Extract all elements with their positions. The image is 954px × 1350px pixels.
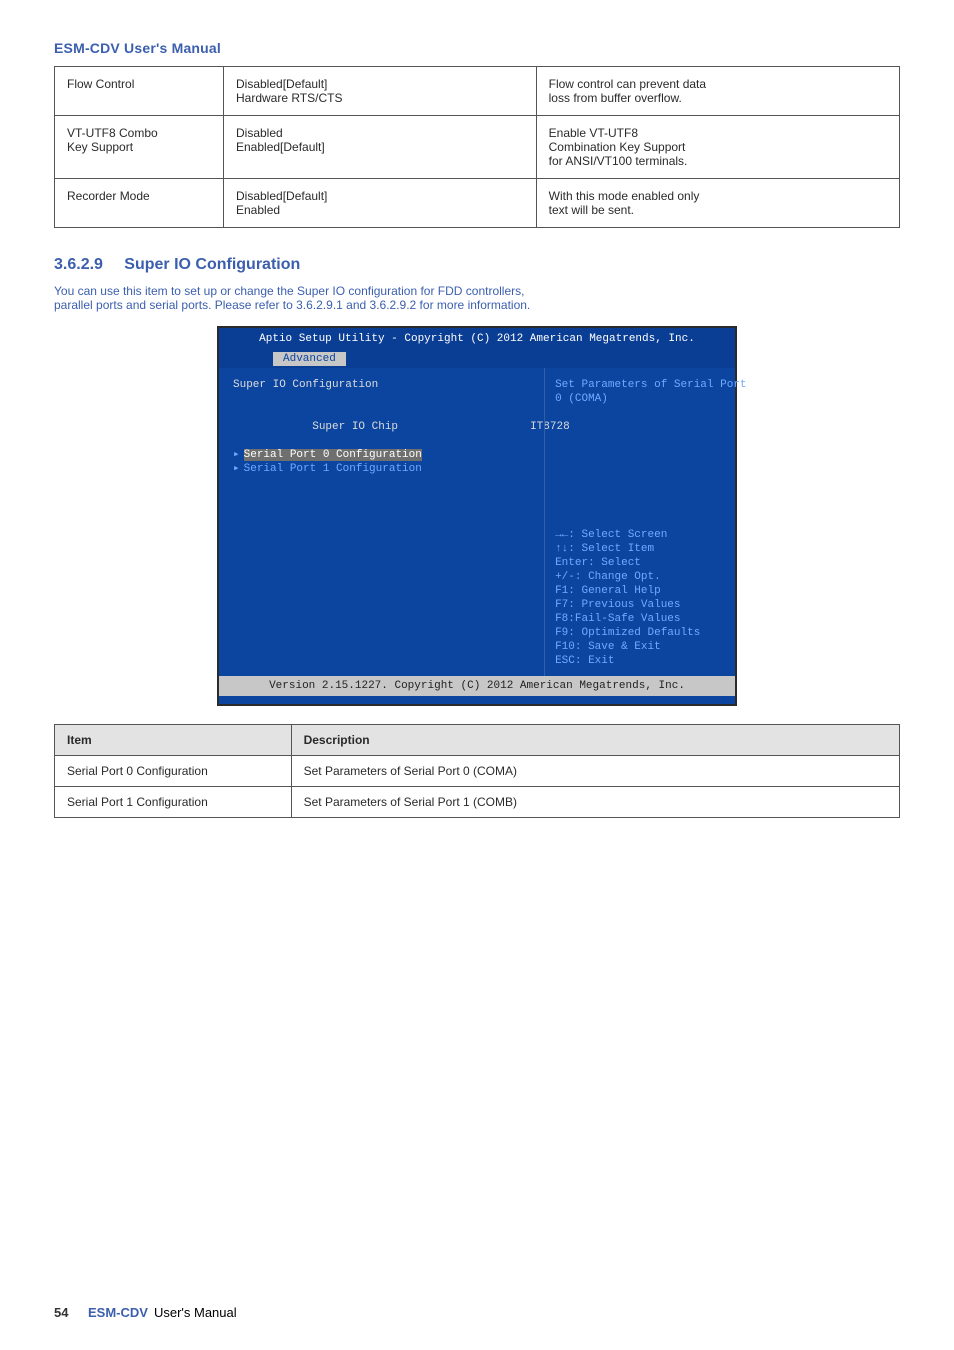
bios-chip-label: Super IO Chip bbox=[312, 421, 398, 433]
bios-titlebar: Aptio Setup Utility - Copyright (C) 2012… bbox=[219, 328, 735, 350]
product-name: ESM-CDV bbox=[88, 1305, 148, 1320]
table-head-row: Item Description bbox=[55, 725, 900, 756]
col-item: Item bbox=[55, 725, 292, 756]
chevron-right-icon: ▸ bbox=[233, 449, 240, 461]
section-heading: 3.6.2.9 Super IO Configuration You can u… bbox=[54, 256, 900, 312]
chevron-right-icon: ▸ bbox=[233, 463, 240, 475]
cell-desc: Set Parameters of Serial Port 1 (COMB) bbox=[291, 787, 899, 818]
cell-desc: With this mode enabled only text will be… bbox=[536, 179, 899, 228]
bios-chip-line: Super IO Chip IT8728 bbox=[233, 406, 534, 448]
cell-options: Disabled[Default] Hardware RTS/CTS bbox=[224, 67, 537, 116]
bios-tabbar: Advanced bbox=[219, 350, 735, 368]
options-table-1: Flow Control Disabled[Default] Hardware … bbox=[54, 66, 900, 228]
col-desc: Description bbox=[291, 725, 899, 756]
bios-body: Super IO Configuration Super IO Chip IT8… bbox=[219, 368, 735, 676]
bios-serial1: ▸ Serial Port 1 Configuration bbox=[233, 462, 534, 476]
bios-screenshot: Aptio Setup Utility - Copyright (C) 2012… bbox=[217, 326, 737, 706]
section-body: You can use this item to set up or chang… bbox=[54, 284, 900, 312]
section-title: Super IO Configuration bbox=[124, 256, 300, 274]
document-page: ESM-CDV User's Manual Flow Control Disab… bbox=[0, 0, 954, 1350]
tab-advanced: Advanced bbox=[273, 352, 346, 366]
bios-serial1-label: Serial Port 1 Configuration bbox=[244, 463, 422, 475]
cell-options: Disabled[Default] Enabled bbox=[224, 179, 537, 228]
page-number: 54 bbox=[54, 1305, 88, 1320]
table-row: Recorder Mode Disabled[Default] Enabled … bbox=[55, 179, 900, 228]
cell-item: Recorder Mode bbox=[55, 179, 224, 228]
options-table-2: Item Description Serial Port 0 Configura… bbox=[54, 724, 900, 818]
bios-window: Aptio Setup Utility - Copyright (C) 2012… bbox=[217, 326, 737, 706]
bios-help-text: Set Parameters of Serial Port 0 (COMA) bbox=[555, 378, 727, 406]
section-number: 3.6.2.9 bbox=[54, 256, 103, 274]
manual-label: User's Manual bbox=[154, 1305, 237, 1320]
bios-heading: Super IO Configuration bbox=[233, 378, 534, 392]
cell-item: Flow Control bbox=[55, 67, 224, 116]
cell-desc: Flow control can prevent data loss from … bbox=[536, 67, 899, 116]
table-row: Serial Port 1 Configuration Set Paramete… bbox=[55, 787, 900, 818]
bios-key-help: →←: Select Screen ↑↓: Select Item Enter:… bbox=[555, 528, 727, 668]
table-row: Serial Port 0 Configuration Set Paramete… bbox=[55, 756, 900, 787]
bios-serial0: ▸ Serial Port 0 Configuration bbox=[233, 448, 534, 462]
page-footer: 54 ESM-CDV User's Manual bbox=[54, 1305, 900, 1320]
table-row: VT-UTF8 Combo Key Support Disabled Enabl… bbox=[55, 116, 900, 179]
cell-options: Disabled Enabled[Default] bbox=[224, 116, 537, 179]
bios-serial0-label: Serial Port 0 Configuration bbox=[244, 449, 422, 461]
cell-item: VT-UTF8 Combo Key Support bbox=[55, 116, 224, 179]
bios-footer: Version 2.15.1227. Copyright (C) 2012 Am… bbox=[219, 676, 735, 696]
bios-left-pane: Super IO Configuration Super IO Chip IT8… bbox=[219, 368, 544, 676]
cell-desc: Set Parameters of Serial Port 0 (COMA) bbox=[291, 756, 899, 787]
table-row: Flow Control Disabled[Default] Hardware … bbox=[55, 67, 900, 116]
cell-item: Serial Port 0 Configuration bbox=[55, 756, 292, 787]
cell-item: Serial Port 1 Configuration bbox=[55, 787, 292, 818]
running-header: ESM-CDV User's Manual bbox=[54, 40, 900, 56]
cell-desc: Enable VT-UTF8 Combination Key Support f… bbox=[536, 116, 899, 179]
bios-right-pane: Set Parameters of Serial Port 0 (COMA) →… bbox=[544, 368, 735, 676]
